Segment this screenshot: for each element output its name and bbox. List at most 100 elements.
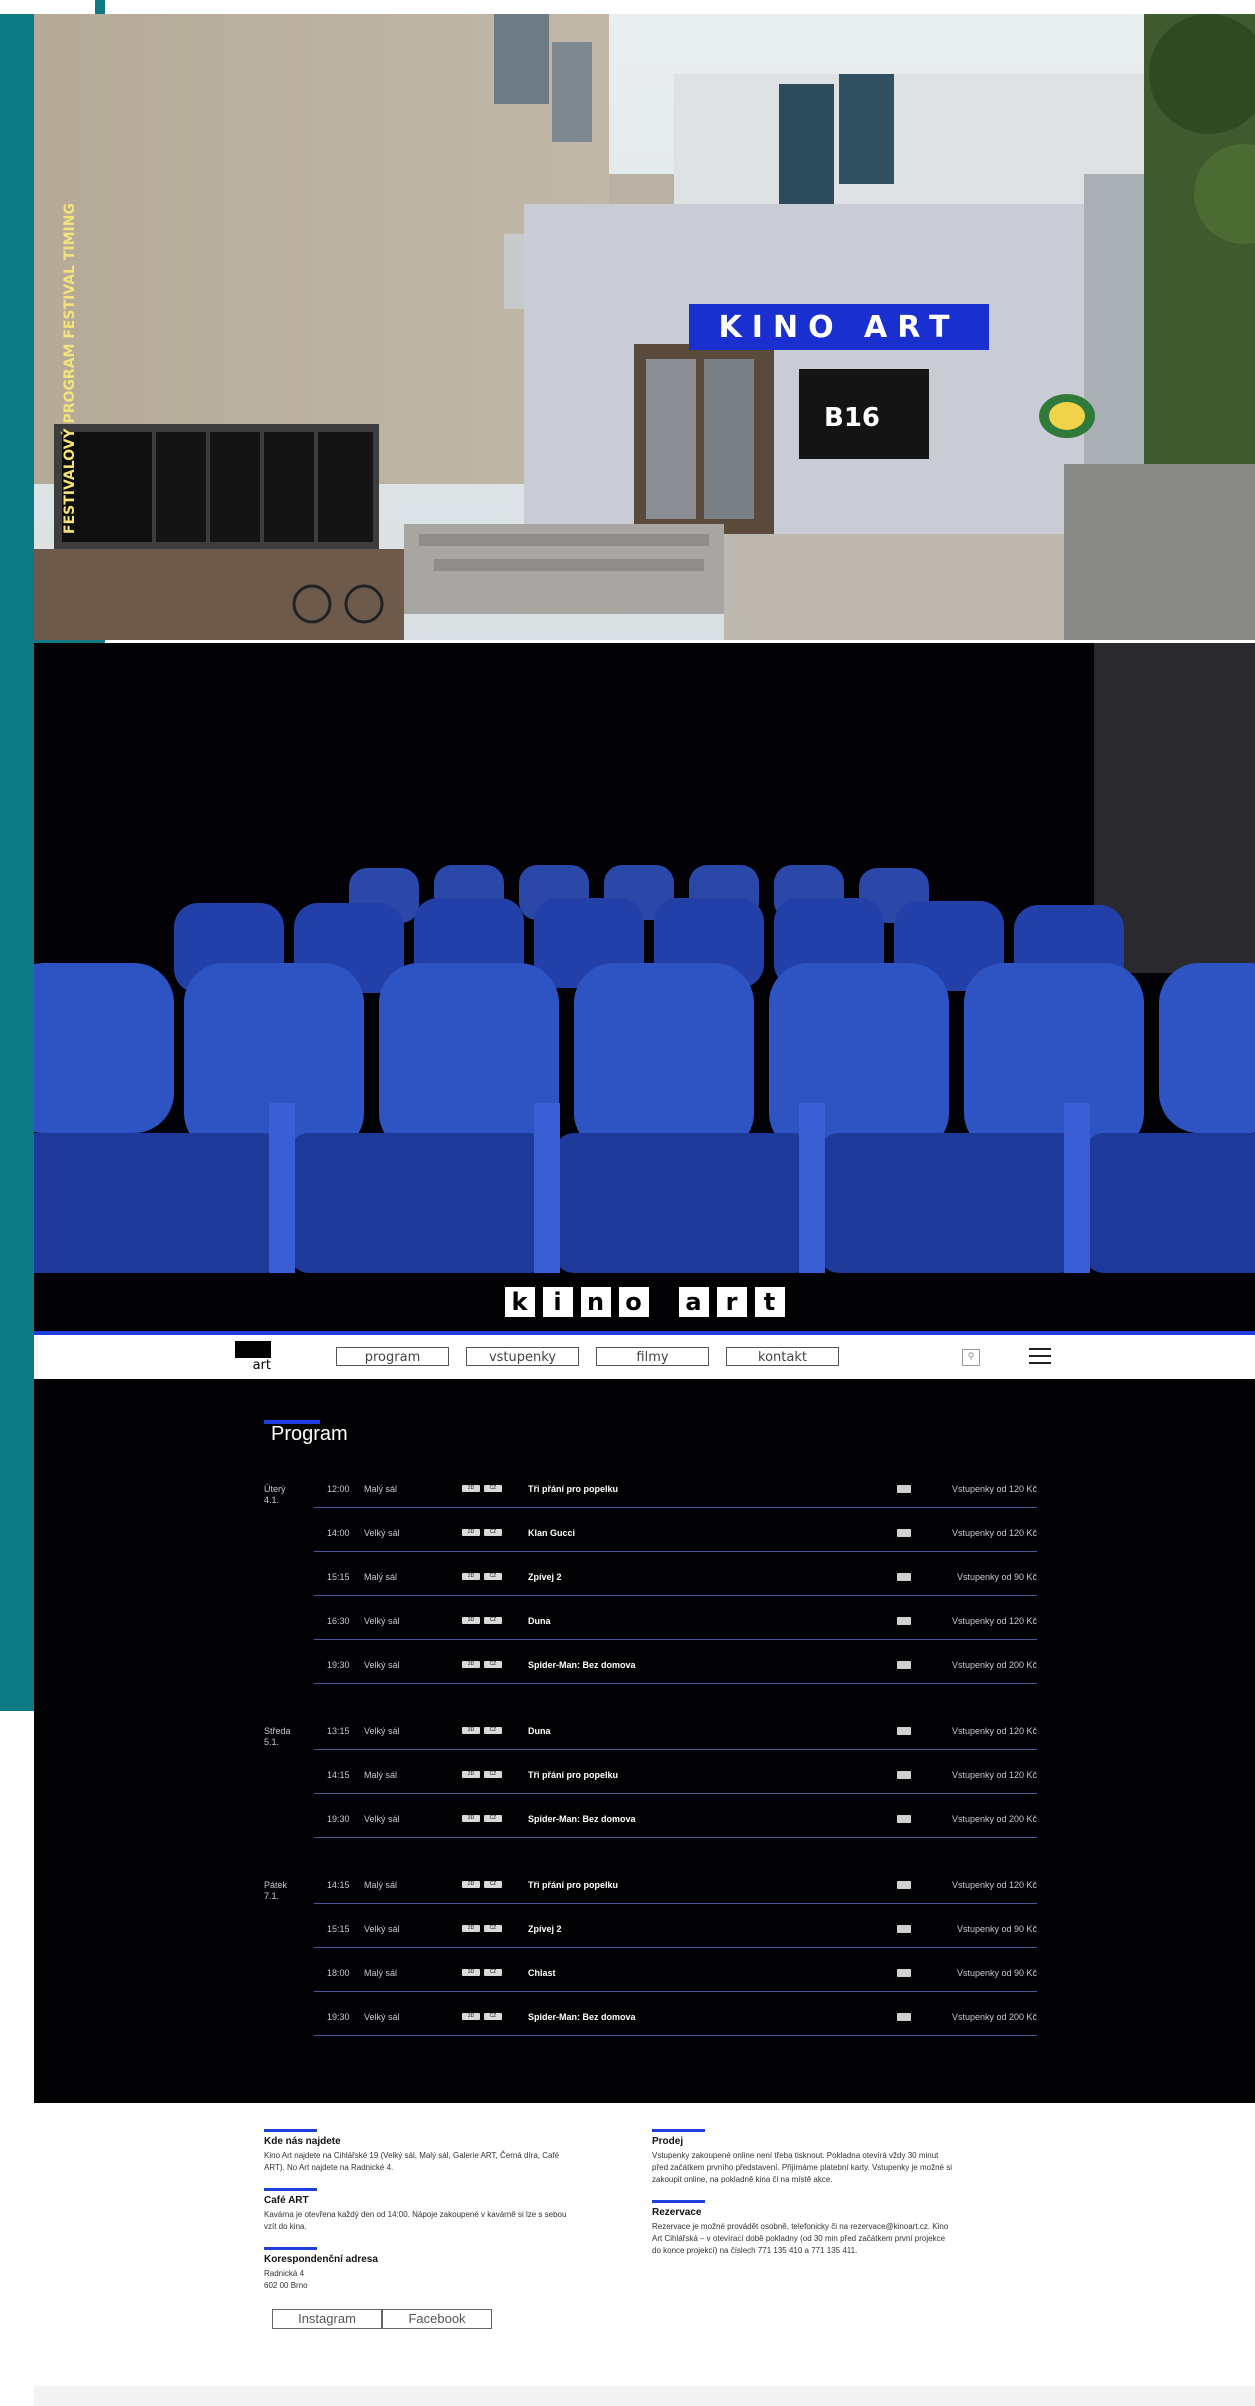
instagram-link[interactable]: Instagram bbox=[272, 2309, 382, 2329]
ticket-price-link[interactable]: Vstupenky od 90 Kč bbox=[957, 1968, 1037, 1978]
ticket-price-link[interactable]: Vstupenky od 120 Kč bbox=[952, 1616, 1037, 1626]
ticket-price-link[interactable]: Vstupenky od 200 Kč bbox=[952, 2012, 1037, 2022]
film-title[interactable]: Duna bbox=[528, 1726, 551, 1736]
film-title[interactable]: Zpívej 2 bbox=[528, 1572, 562, 1582]
program-row[interactable]: Středa 5.1. 13:15 Velký sál 3D CZ Duna Vstupenk… bbox=[264, 1724, 1037, 1750]
language-tag: CZ bbox=[484, 1815, 502, 1822]
cafe-heading: Café ART bbox=[264, 2195, 309, 2206]
screening-time: 19:30 bbox=[327, 1660, 350, 1670]
background-notch bbox=[0, 0, 95, 14]
ticket-price-link[interactable]: Vstupenky od 90 Kč bbox=[957, 1572, 1037, 1582]
ticket-icon bbox=[897, 1969, 911, 1977]
row-underline bbox=[314, 1639, 1037, 1640]
film-title[interactable]: Spider-Man: Bez domova bbox=[528, 1814, 636, 1824]
facebook-link[interactable]: Facebook bbox=[382, 2309, 492, 2329]
program-row[interactable]: 14:00 Velký sál 2D CZ Klan Gucci Vstupenky od… bbox=[264, 1526, 1037, 1552]
program-row[interactable]: Úterý 4.1. 12:00 Malý sál 2D CZ Tři přání pro … bbox=[264, 1482, 1037, 1508]
logo-letter: a bbox=[678, 1287, 709, 1317]
sale-heading: Prodej bbox=[652, 2136, 684, 2147]
screening-time: 19:30 bbox=[327, 1814, 350, 1824]
ticket-price-link[interactable]: Vstupenky od 120 Kč bbox=[952, 1880, 1037, 1890]
screening-hall: Velký sál bbox=[364, 1528, 400, 1538]
kino-art-logo[interactable]: k i n o a r t bbox=[34, 1273, 1255, 1331]
find-us-text: Kino Art najdete na Cihlářské 19 (Velký … bbox=[264, 2151, 560, 2172]
film-title[interactable]: Tři přání pro popelku bbox=[528, 1484, 618, 1494]
ticket-price-link[interactable]: Vstupenky od 90 Kč bbox=[957, 1924, 1037, 1934]
program-row[interactable]: Pátek 7.1. 14:15 Malý sál 2D CZ Tři přání pro … bbox=[264, 1878, 1037, 1904]
logo-letter: t bbox=[754, 1287, 785, 1317]
find-us-heading: Kde nás najdete bbox=[264, 2136, 341, 2147]
screening-hall: Velký sál bbox=[364, 1814, 400, 1824]
mini-logo[interactable]: art bbox=[235, 1341, 271, 1373]
search-icon[interactable]: ⚲ bbox=[962, 1349, 980, 1366]
row-underline bbox=[314, 2035, 1037, 2036]
screening-time: 16:30 bbox=[327, 1616, 350, 1626]
language-tag: CZ bbox=[484, 1485, 502, 1492]
nav-filmy[interactable]: filmy bbox=[596, 1347, 709, 1366]
language-tag: CZ bbox=[484, 1529, 502, 1536]
ticket-price-link[interactable]: Vstupenky od 120 Kč bbox=[952, 1528, 1037, 1538]
film-title[interactable]: Duna bbox=[528, 1616, 551, 1626]
row-underline bbox=[314, 1947, 1037, 1948]
language-tag: CZ bbox=[484, 1925, 502, 1932]
ticket-icon bbox=[897, 1771, 911, 1779]
row-underline bbox=[314, 1991, 1037, 1992]
row-underline bbox=[314, 1551, 1037, 1552]
format-tag: 2D bbox=[462, 1573, 480, 1580]
row-underline bbox=[314, 1837, 1037, 1838]
row-underline bbox=[314, 1683, 1037, 1684]
film-title[interactable]: Spider-Man: Bez domova bbox=[528, 1660, 636, 1670]
program-row[interactable]: 19:30 Velký sál 3D CZ Spider-Man: Bez domova… bbox=[264, 1812, 1037, 1838]
festival-vitrine-text: FESTIVALOVÝ PROGRAM FESTIVAL TIMING bbox=[60, 203, 78, 534]
ticket-icon bbox=[897, 1727, 911, 1735]
film-title[interactable]: Tři přání pro popelku bbox=[528, 1880, 618, 1890]
ticket-price-link[interactable]: Vstupenky od 120 Kč bbox=[952, 1726, 1037, 1736]
ticket-price-link[interactable]: Vstupenky od 120 Kč bbox=[952, 1484, 1037, 1494]
facade-poster-text: B16 bbox=[824, 403, 880, 433]
site-footer: Kde nás najdete Kino Art najdete na Cihl… bbox=[34, 2103, 1255, 2406]
logo-letter: k bbox=[504, 1287, 535, 1317]
language-tag: CZ bbox=[484, 1771, 502, 1778]
program-heading: Program bbox=[271, 1423, 348, 1445]
logo-letter: n bbox=[580, 1287, 611, 1317]
screening-time: 18:00 bbox=[327, 1968, 350, 1978]
film-title[interactable]: Chlast bbox=[528, 1968, 556, 1978]
address-line-2: 602 00 Brno bbox=[264, 2281, 308, 2290]
row-underline bbox=[314, 1903, 1037, 1904]
facade-sign-text: KINO ART bbox=[719, 310, 960, 345]
film-title[interactable]: Tři přání pro popelku bbox=[528, 1770, 618, 1780]
program-day: Úterý 4.1. bbox=[264, 1484, 304, 1506]
film-title[interactable]: Spider-Man: Bez domova bbox=[528, 2012, 636, 2022]
program-row[interactable]: 15:15 Velký sál 2D CZ Zpívej 2 Vstupenky od 9… bbox=[264, 1922, 1037, 1948]
mini-logo-label: art bbox=[252, 1358, 271, 1373]
program-row[interactable]: 19:30 Velký sál 3D CZ Spider-Man: Bez domova… bbox=[264, 1658, 1037, 1684]
reservation-heading: Rezervace bbox=[652, 2207, 702, 2218]
format-tag: 3D bbox=[462, 2013, 480, 2020]
program-row[interactable]: 18:00 Malý sál 3D CZ Chlast Vstupenky od 90 K… bbox=[264, 1966, 1037, 1992]
program-row[interactable]: 14:15 Malý sál 2D CZ Tři přání pro popelku Vs… bbox=[264, 1768, 1037, 1794]
film-title[interactable]: Klan Gucci bbox=[528, 1528, 575, 1538]
ticket-price-link[interactable]: Vstupenky od 200 Kč bbox=[952, 1660, 1037, 1670]
address-heading: Korespondenční adresa bbox=[264, 2254, 378, 2265]
screening-hall: Malý sál bbox=[364, 1572, 398, 1582]
film-title[interactable]: Zpívej 2 bbox=[528, 1924, 562, 1934]
screening-hall: Velký sál bbox=[364, 1616, 400, 1626]
program-row[interactable]: 16:30 Velký sál 3D CZ Duna Vstupenky od 120 K… bbox=[264, 1614, 1037, 1640]
program-day: Středa 5.1. bbox=[264, 1726, 304, 1748]
logo-letter: r bbox=[716, 1287, 747, 1317]
program-row[interactable]: 15:15 Malý sál 2D CZ Zpívej 2 Vstupenky od 90… bbox=[264, 1570, 1037, 1596]
format-tag: 2D bbox=[462, 1485, 480, 1492]
ticket-icon bbox=[897, 1881, 911, 1889]
program-row[interactable]: 19:30 Velký sál 3D CZ Spider-Man: Bez domova… bbox=[264, 2010, 1037, 2036]
language-tag: CZ bbox=[484, 1617, 502, 1624]
ticket-icon bbox=[897, 1573, 911, 1581]
language-tag: CZ bbox=[484, 2013, 502, 2020]
nav-kontakt[interactable]: kontakt bbox=[726, 1347, 839, 1366]
nav-program[interactable]: program bbox=[336, 1347, 449, 1366]
hamburger-menu-icon[interactable] bbox=[1029, 1348, 1051, 1366]
screening-time: 15:15 bbox=[327, 1924, 350, 1934]
nav-vstupenky[interactable]: vstupenky bbox=[466, 1347, 579, 1366]
ticket-price-link[interactable]: Vstupenky od 120 Kč bbox=[952, 1770, 1037, 1780]
ticket-price-link[interactable]: Vstupenky od 200 Kč bbox=[952, 1814, 1037, 1824]
format-tag: 3D bbox=[462, 1727, 480, 1734]
